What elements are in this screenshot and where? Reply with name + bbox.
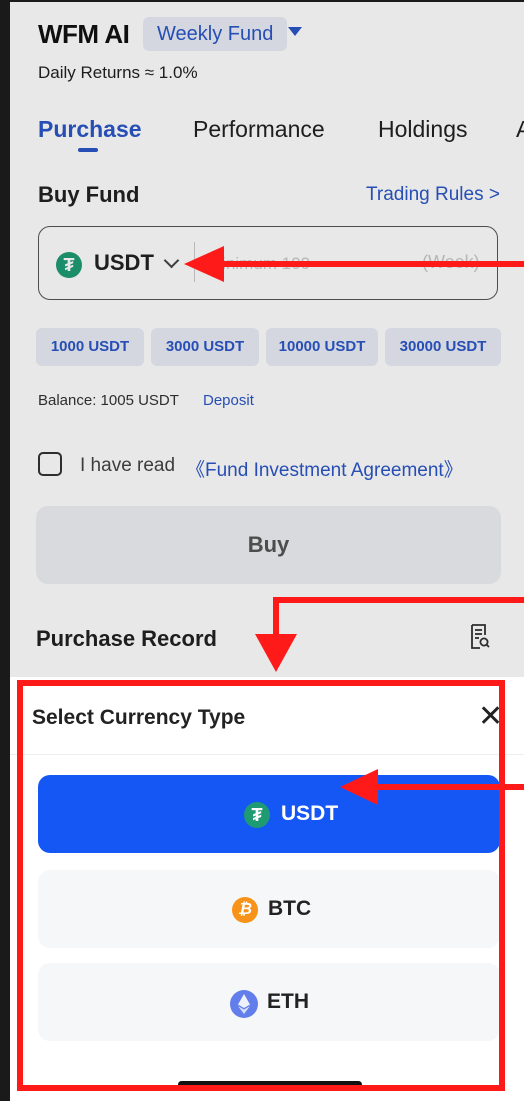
annotation-highlight-box (17, 680, 505, 1091)
screenshot-stage: WFM AI Weekly Fund Daily Returns ≈ 1.0% … (0, 0, 524, 1101)
frame-border-left (0, 0, 10, 1101)
modal-backdrop[interactable] (10, 2, 524, 677)
